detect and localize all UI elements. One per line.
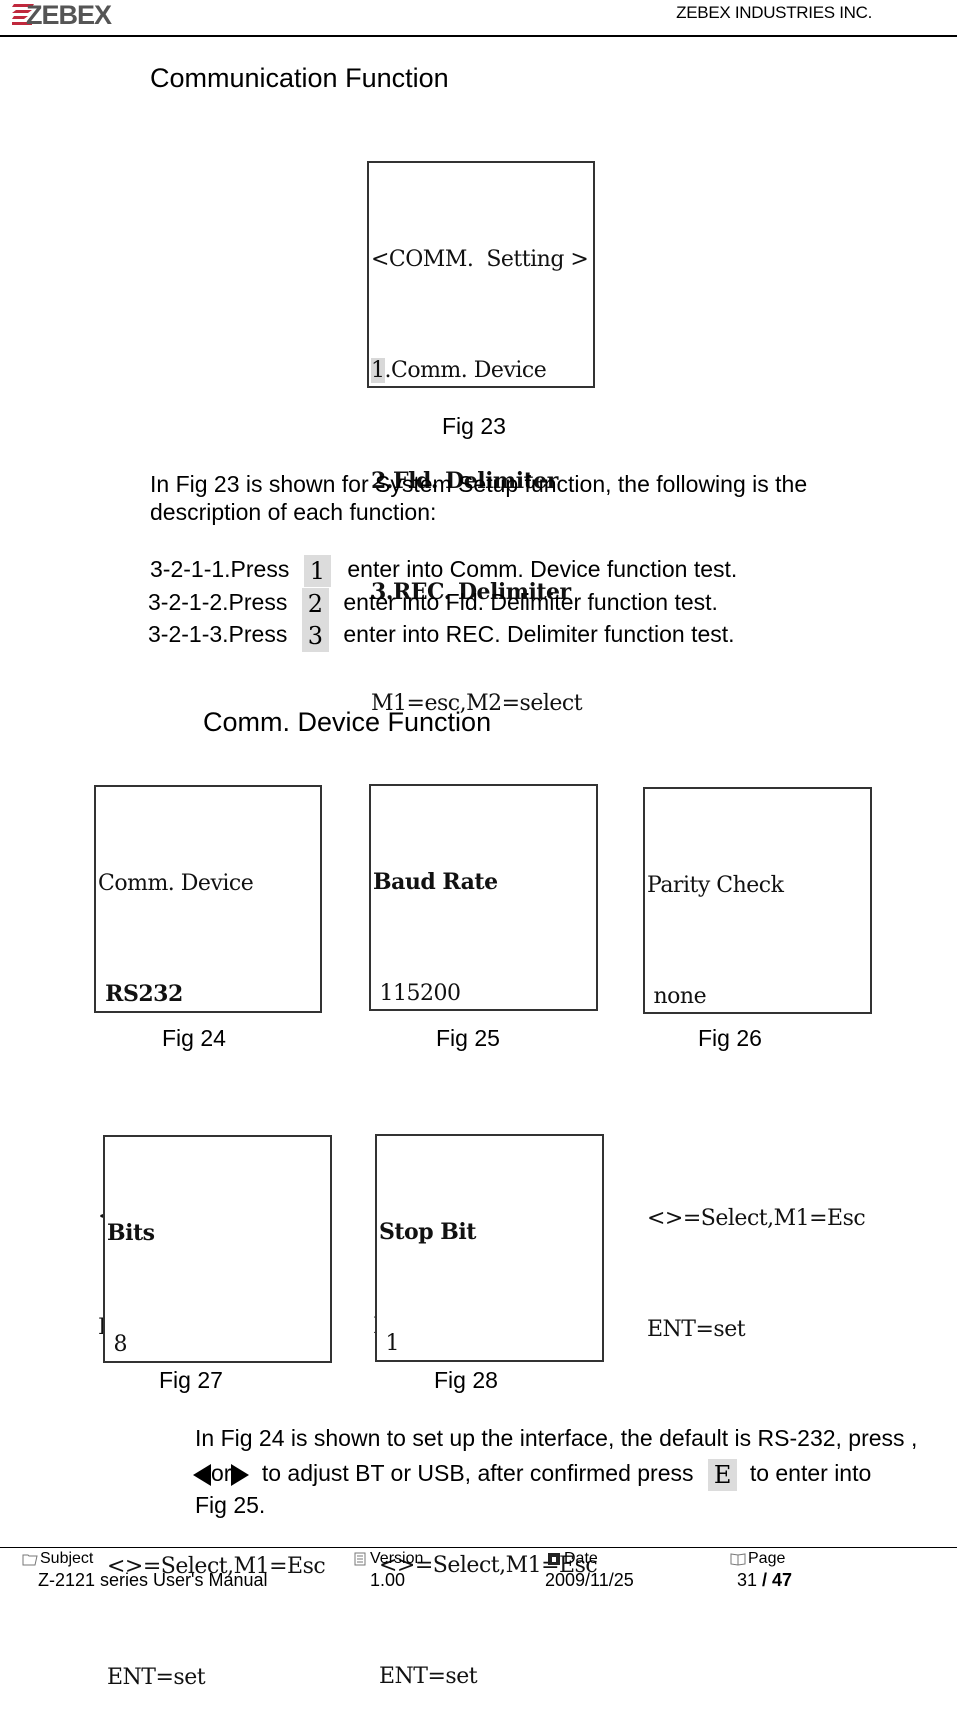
- lcd-value: 1: [379, 1331, 399, 1356]
- lcd-stop-bit: Stop Bit 1 <>=Select,M1=Esc ENT=set: [375, 1134, 604, 1689]
- footer-subject-label: Subject: [22, 1550, 93, 1568]
- lcd-cursor: 1: [371, 358, 385, 383]
- lcd-blank: [647, 1089, 870, 1126]
- lcd-title: Bits: [107, 1220, 155, 1246]
- closing-line: In Fig 24 is shown to set up the interfa…: [195, 1425, 918, 1451]
- closing-line-2: or to adjust BT or USB, after confirmed …: [193, 1456, 872, 1491]
- lcd-baud-rate: Baud Rate 115200 <>=Select,M1=Esc ENT=se…: [369, 784, 598, 1339]
- subject-label: Subject: [40, 1550, 94, 1567]
- footer-subject-value: Z-2121 series User's Manual: [38, 1570, 268, 1590]
- lcd-comm-device: Comm. Device RS232 <>=Select,M1=Esc ENT=…: [94, 785, 322, 1340]
- lcd-comm-setting: <COMM. Setting > 1.Comm. Device 2.Fld. D…: [367, 161, 595, 716]
- page-label: Page: [748, 1550, 786, 1567]
- fig-caption: Fig 27: [159, 1367, 223, 1393]
- fig-caption: Fig 24: [162, 1025, 226, 1051]
- footer-version-value: 1.00: [370, 1570, 406, 1590]
- step-label: 3-2-1-1.Press: [150, 556, 290, 582]
- section-title: Communication Function: [150, 63, 449, 93]
- step-label: 3-2-1-3.Press: [148, 621, 288, 647]
- document-icon: [354, 1552, 366, 1566]
- lcd-blank: [98, 1087, 320, 1124]
- footer-date-value: 2009/11/25: [545, 1570, 634, 1590]
- company-name: ZEBEX INDUSTRIES INC.: [676, 3, 872, 22]
- calendar-icon: [548, 1553, 560, 1565]
- lcd-title: Stop Bit: [379, 1219, 476, 1245]
- lcd-title: Comm. Device: [98, 871, 254, 896]
- book-icon: [730, 1553, 746, 1566]
- fig-caption: Fig 25: [436, 1025, 500, 1051]
- footer-divider: [0, 1547, 957, 1548]
- intro-line: In Fig 23 is shown for System Setup func…: [150, 471, 808, 497]
- lcd-set: ENT=set: [379, 1664, 478, 1689]
- step-text: enter into Comm. Device function test.: [347, 556, 738, 582]
- intro-paragraph: In Fig 23 is shown for System Setup func…: [150, 470, 807, 526]
- lcd-set: ENT=set: [107, 1665, 206, 1690]
- lcd-set: ENT=set: [647, 1317, 746, 1342]
- closing-line: Fig 25.: [195, 1492, 266, 1518]
- lcd-line-highlighted: 1.Comm. Device: [371, 352, 593, 389]
- lcd-line: <COMM. Setting >: [371, 247, 589, 272]
- key-1-icon: 1: [303, 554, 331, 587]
- key-e-icon: E: [707, 1458, 738, 1491]
- header-divider: [0, 35, 957, 37]
- fig-caption: Fig 23: [442, 413, 506, 439]
- lcd-value: none: [647, 984, 707, 1009]
- step-label: 3-2-1-2.Press: [148, 589, 288, 615]
- lcd-title: Baud Rate: [373, 869, 498, 895]
- version-label: Version: [370, 1550, 424, 1567]
- lcd-parity-check: Parity Check none <>=Select,M1=Esc ENT=s…: [643, 787, 872, 1342]
- folder-icon: [22, 1554, 38, 1566]
- closing-end-text: to enter into: [749, 1460, 872, 1486]
- page-current: 31: [737, 1570, 758, 1590]
- lcd-value: RS232: [98, 981, 183, 1007]
- key-2-icon: 2: [301, 587, 329, 620]
- intro-line: description of each function:: [150, 499, 437, 525]
- page-total: 47: [772, 1570, 793, 1590]
- fig-caption: Fig 26: [698, 1025, 762, 1051]
- right-arrow-icon: [231, 1463, 250, 1486]
- key-3-icon: 3: [301, 619, 329, 652]
- lcd-blank: [373, 1086, 596, 1123]
- step-item: 3-2-1-3.Press 3 enter into REC. Delimite…: [148, 618, 735, 652]
- lcd-line-rest: .Comm. Device: [384, 358, 547, 383]
- lcd-bits: Bits 8 <>=Select,M1=Esc ENT=set: [103, 1135, 332, 1690]
- logo-text: ZEBEX: [26, 0, 112, 28]
- step-text: enter into REC. Delimiter function test.: [343, 621, 735, 647]
- footer-page-value: 31 / 47: [737, 1570, 792, 1591]
- footer-version-label: Version: [352, 1550, 423, 1568]
- lcd-value: 115200: [373, 981, 461, 1006]
- footer-date-label: Date: [546, 1550, 598, 1568]
- lcd-hint: <>=Select,M1=Esc: [647, 1206, 866, 1231]
- zebex-logo: ZEBEX: [12, 0, 137, 30]
- subsection-title: Comm. Device Function: [203, 707, 492, 737]
- lcd-value: 8: [107, 1332, 127, 1357]
- page-separator: /: [757, 1570, 773, 1590]
- step-item: 3-2-1-2.Press 2 enter into Fld. Delimite…: [148, 586, 718, 620]
- lcd-title: Parity Check: [647, 873, 784, 898]
- closing-mid-text: to adjust BT or USB, after confirmed pre…: [261, 1460, 694, 1486]
- or-text: or: [211, 1460, 232, 1486]
- step-text: enter into Fld. Delimiter function test.: [343, 589, 718, 615]
- fig-caption: Fig 28: [434, 1367, 498, 1393]
- step-item: 3-2-1-1.Press 1 enter into Comm. Device …: [150, 553, 738, 587]
- footer-page-label: Page: [730, 1550, 785, 1568]
- date-label: Date: [564, 1550, 598, 1567]
- left-arrow-icon: [193, 1463, 211, 1486]
